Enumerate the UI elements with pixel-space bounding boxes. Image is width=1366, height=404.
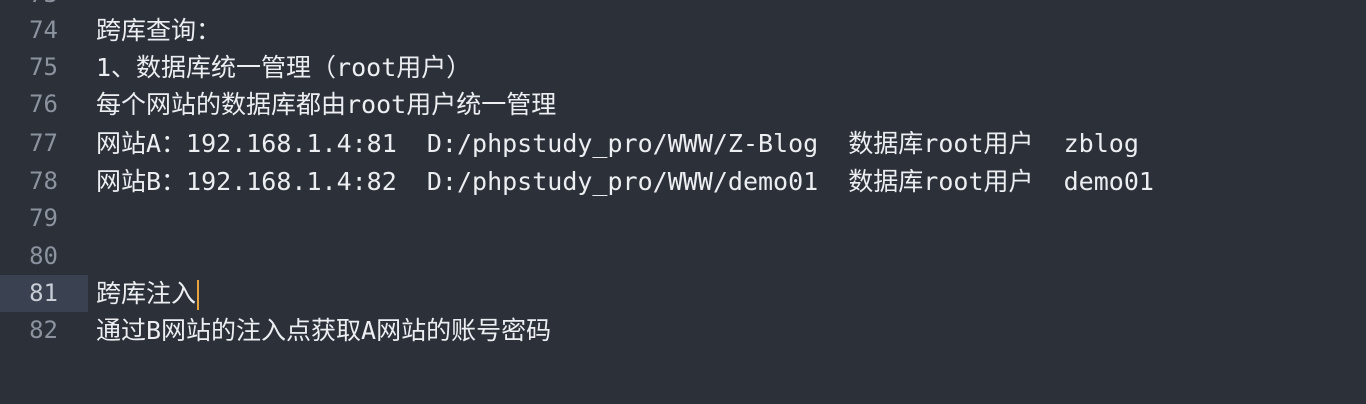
text-cursor xyxy=(197,280,200,310)
line-number: 80 xyxy=(29,242,58,270)
editor-line[interactable]: 74 跨库查询： xyxy=(0,12,1366,49)
editor-line[interactable]: 78 网站B：192.168.1.4:82 D:/phpstudy_pro/WW… xyxy=(0,163,1366,200)
text-editor[interactable]: 73 74 跨库查询： 75 1、数据库统一管理（root用户） 76 每个网站… xyxy=(0,0,1366,404)
line-text[interactable]: 网站B：192.168.1.4:82 D:/phpstudy_pro/WWW/d… xyxy=(96,163,1154,200)
editor-line[interactable]: 80 xyxy=(0,238,1366,275)
line-number: 81 xyxy=(29,279,58,307)
line-number: 82 xyxy=(29,316,58,344)
editor-line-active[interactable]: 81 跨库注入 xyxy=(0,275,1366,312)
editor-line[interactable]: 76 每个网站的数据库都由root用户统一管理 xyxy=(0,86,1366,123)
line-text[interactable]: 通过B网站的注入点获取A网站的账号密码 xyxy=(96,312,551,349)
line-number: 74 xyxy=(29,16,58,44)
line-number: 79 xyxy=(29,204,58,232)
line-number: 76 xyxy=(29,90,58,118)
line-number: 77 xyxy=(29,129,58,157)
editor-line[interactable]: 79 xyxy=(0,200,1366,237)
editor-line[interactable]: 82 通过B网站的注入点获取A网站的账号密码 xyxy=(0,312,1366,349)
editor-line[interactable]: 77 网站A：192.168.1.4:81 D:/phpstudy_pro/WW… xyxy=(0,125,1366,162)
line-number: 75 xyxy=(29,53,58,81)
line-text[interactable]: 每个网站的数据库都由root用户统一管理 xyxy=(96,86,556,123)
line-text-content: 跨库注入 xyxy=(96,279,197,308)
editor-line[interactable]: 75 1、数据库统一管理（root用户） xyxy=(0,49,1366,86)
line-text[interactable]: 跨库注入 xyxy=(96,275,200,312)
line-text[interactable]: 跨库查询： xyxy=(96,12,221,49)
line-number: 78 xyxy=(29,167,58,195)
line-text[interactable]: 1、数据库统一管理（root用户） xyxy=(96,49,471,86)
line-text[interactable]: 网站A：192.168.1.4:81 D:/phpstudy_pro/WWW/Z… xyxy=(96,125,1139,162)
